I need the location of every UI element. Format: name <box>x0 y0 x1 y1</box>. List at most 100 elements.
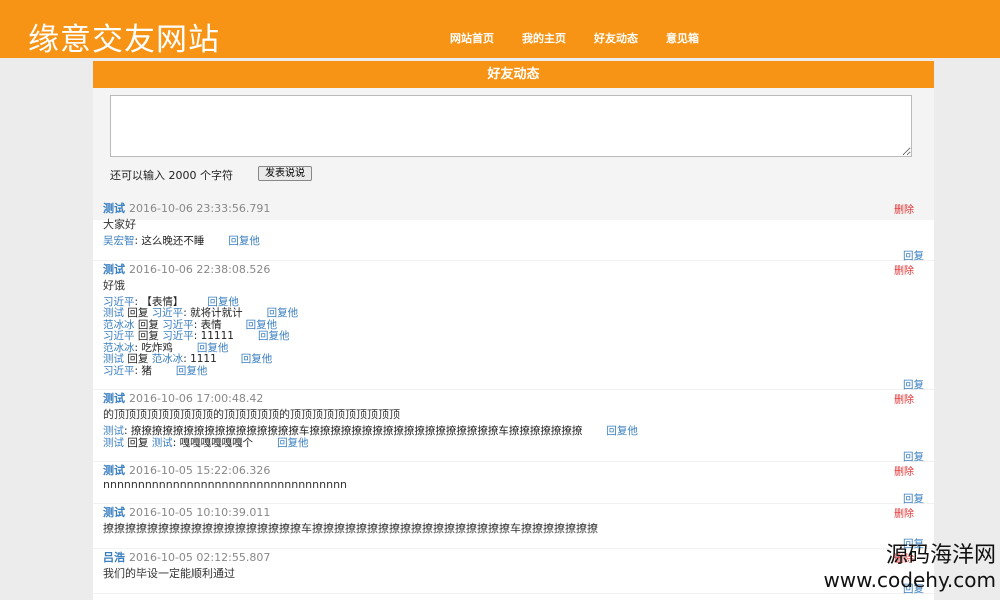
reply-link[interactable]: 回复 <box>103 581 924 595</box>
feed-panel: 好友动态 还可以输入 2000 个字符 发表说说 测试 2016-10-06 23… <box>93 61 934 600</box>
comment-author[interactable]: 习近平 <box>103 330 135 342</box>
feed-item: 测试 2016-10-05 10:10:39.011 删除撩撩撩撩撩撩撩撩撩撩撩撩撩… <box>93 504 934 550</box>
reply-link[interactable]: 回复 <box>103 536 924 550</box>
comment-target[interactable]: 测试 <box>152 437 173 449</box>
top-bar: 缘意交友网站 网站首页 我的主页 好友动态 意见箱 <box>0 0 1000 58</box>
watermark-title: 源码海洋网 <box>885 543 996 568</box>
status-textarea[interactable] <box>110 95 912 157</box>
comment-author[interactable]: 吴宏智 <box>103 235 135 247</box>
post-content: 我们的毕设一定能顺利通过 <box>103 567 235 580</box>
comment-list: 吴宏智: 这么晚还不睡 回复他 <box>103 235 924 248</box>
feed-list: 测试 2016-10-06 23:33:56.791 删除 大家好 吴宏智: 这么晚还不… <box>93 200 934 595</box>
feed-item: 测试 2016-10-06 22:38:08.526 删除 好饿 习近平: 【表情】 回复… <box>93 261 934 391</box>
comment-row: 测试 回复 习近平: 就将计就计 回复他 <box>103 307 924 320</box>
comment-text: : 这么晚还不睡 <box>134 235 205 247</box>
site-logo[interactable]: 缘意交友网站 <box>28 14 220 59</box>
post-time: 2016-10-05 15:22:06.326 <box>129 464 271 477</box>
post-content: 好饿 <box>103 278 125 292</box>
feed-item-header: 测试 2016-10-06 17:00:48.42 删除 <box>103 390 924 406</box>
watermark-url: www.codehy.com <box>823 568 996 592</box>
post-time: 2016-10-06 22:38:08.526 <box>129 262 271 276</box>
reply-him-link[interactable]: 回复他 <box>197 342 229 354</box>
feed-item: 吕浩 2016-10-05 02:12:55.807 删除 我们的毕设一定能顺利通过回… <box>93 549 934 595</box>
feed-item: 测试 2016-10-06 17:00:48.42 删除的顶顶顶顶顶顶顶顶顶的顶顶顶… <box>93 390 934 463</box>
comment-target[interactable]: 习近平 <box>162 319 194 331</box>
feed-item-header: 测试 2016-10-05 10:10:39.011 删除 <box>103 504 924 520</box>
post-author[interactable]: 测试 <box>103 263 125 276</box>
reply-him-link[interactable]: 回复他 <box>267 307 299 319</box>
comment-row: 吴宏智: 这么晚还不睡 回复他 <box>103 235 924 248</box>
reply-him-link[interactable]: 回复他 <box>606 425 638 437</box>
post-time: 2016-10-06 17:00:48.42 <box>129 392 264 405</box>
panel-title: 好友动态 <box>93 61 934 88</box>
post-time: 2016-10-06 23:33:56.791 <box>129 202 271 215</box>
reply-him-link[interactable]: 回复他 <box>246 319 278 331</box>
post-author[interactable]: 测试 <box>103 506 125 519</box>
post-author[interactable]: 测试 <box>103 202 125 215</box>
comment-row: 习近平: 猪 回复他 <box>103 364 924 378</box>
comment-reply-word: 回复 <box>124 307 152 319</box>
reply-link[interactable]: 回复 <box>103 491 924 505</box>
comment-row: 习近平 回复 习近平: 11111 回复他 <box>103 330 924 343</box>
reply-link[interactable]: 回复 <box>103 449 924 463</box>
feed-item: 测试 2016-10-06 23:33:56.791 删除大家好吴宏智: 这么晚还不… <box>93 200 934 262</box>
comment-target[interactable]: 范冰冰 <box>152 353 184 365</box>
comment-reply-word: 回复 <box>124 353 152 365</box>
comment-author[interactable]: 范冰冰 <box>103 319 135 331</box>
delete-link[interactable]: 删除 <box>894 391 914 406</box>
reply-him-link[interactable]: 回复他 <box>207 296 239 308</box>
remaining-chars-text: 还可以输入 2000 个字符 <box>110 169 233 182</box>
comment-author[interactable]: 测试 <box>103 307 124 319</box>
comment-text: : 吃炸鸡 <box>134 341 173 354</box>
comment-target[interactable]: 习近平 <box>162 330 194 342</box>
reply-him-link[interactable]: 回复他 <box>228 235 260 247</box>
post-status-button[interactable]: 发表说说 <box>258 166 312 181</box>
reply-him-link[interactable]: 回复他 <box>258 330 290 342</box>
reply-him-link[interactable]: 回复他 <box>277 437 309 449</box>
comment-author[interactable]: 习近平 <box>103 365 135 377</box>
post-content: nnnnnnnnnnnnnnnnnnnnnnnnnnnnnnnnnnn <box>103 478 348 491</box>
post-author[interactable]: 测试 <box>103 392 125 405</box>
comment-row: 测试 回复 测试: 嘎嘎嘎嘎嘎嘎个 回复他 <box>103 436 924 450</box>
comment-author[interactable]: 测试 <box>103 425 124 437</box>
comment-text: : 表情 <box>193 318 222 331</box>
post-content: 撩撩撩撩撩撩撩撩撩撩撩撩撩撩撩撩撩撩车撩撩撩撩撩撩撩撩撩撩撩撩撩撩撩撩撩撩车撩撩… <box>103 522 598 535</box>
post-content: 的顶顶顶顶顶顶顶顶顶的顶顶顶顶顶的顶顶顶顶顶顶顶顶顶顶 <box>103 408 400 421</box>
comment-text: : 就将计就计 <box>183 307 243 319</box>
reply-him-link[interactable]: 回复他 <box>176 365 208 377</box>
nav-suggestion-box[interactable]: 意见箱 <box>666 30 699 46</box>
watermark: 源码海洋网 www.codehy.com <box>823 543 996 593</box>
delete-link[interactable]: 删除 <box>894 201 914 216</box>
comment-list: 习近平: 【表情】 回复他 测试 回复 习近平: 就将计就计 回复他 范冰冰 回复 习近… <box>103 296 924 378</box>
nav-friend-feed[interactable]: 好友动态 <box>594 30 638 46</box>
comment-text: : 猪 <box>134 364 152 377</box>
comment-list: 测试: 撩撩撩撩撩撩撩撩撩撩撩撩撩撩撩撩车撩撩撩撩撩撩撩撩撩撩撩撩撩撩撩撩撩撩车… <box>103 425 924 450</box>
reply-him-link[interactable]: 回复他 <box>241 353 273 365</box>
post-author[interactable]: 测试 <box>103 464 125 477</box>
comment-target[interactable]: 习近平 <box>152 307 184 319</box>
post-content: 大家好 <box>103 218 136 231</box>
comment-row: 范冰冰: 吃炸鸡 回复他 <box>103 341 924 355</box>
delete-link[interactable]: 删除 <box>894 262 914 277</box>
reply-link[interactable]: 回复 <box>103 248 924 262</box>
nav-my-home[interactable]: 我的主页 <box>522 30 566 46</box>
feed-item-header: 测试 2016-10-05 15:22:06.326 删除 <box>103 462 924 478</box>
comment-reply-word: 回复 <box>134 330 163 342</box>
delete-link[interactable]: 删除 <box>894 463 914 478</box>
comment-reply-word: 回复 <box>124 436 152 449</box>
comment-author[interactable]: 测试 <box>103 437 124 449</box>
post-time: 2016-10-05 02:12:55.807 <box>129 551 271 564</box>
reply-link[interactable]: 回复 <box>103 377 924 391</box>
feed-item: 测试 2016-10-05 15:22:06.326 删除 nnnnnnnnnnnnn… <box>93 462 934 505</box>
comment-text: : 撩撩撩撩撩撩撩撩撩撩撩撩撩撩撩撩车撩撩撩撩撩撩撩撩撩撩撩撩撩撩撩撩撩撩车撩撩… <box>124 425 583 437</box>
comment-text: : 嘎嘎嘎嘎嘎嘎个 <box>172 436 254 449</box>
comment-author[interactable]: 习近平 <box>103 296 135 308</box>
post-author[interactable]: 吕浩 <box>103 551 125 564</box>
nav-home[interactable]: 网站首页 <box>450 30 494 46</box>
comment-author[interactable]: 范冰冰 <box>103 342 135 354</box>
comment-text: : 11111 <box>193 330 234 342</box>
comment-text: : 1111 <box>183 353 217 365</box>
comment-author[interactable]: 测试 <box>103 353 124 365</box>
delete-link[interactable]: 删除 <box>894 505 914 520</box>
post-time: 2016-10-05 10:10:39.011 <box>129 506 271 519</box>
